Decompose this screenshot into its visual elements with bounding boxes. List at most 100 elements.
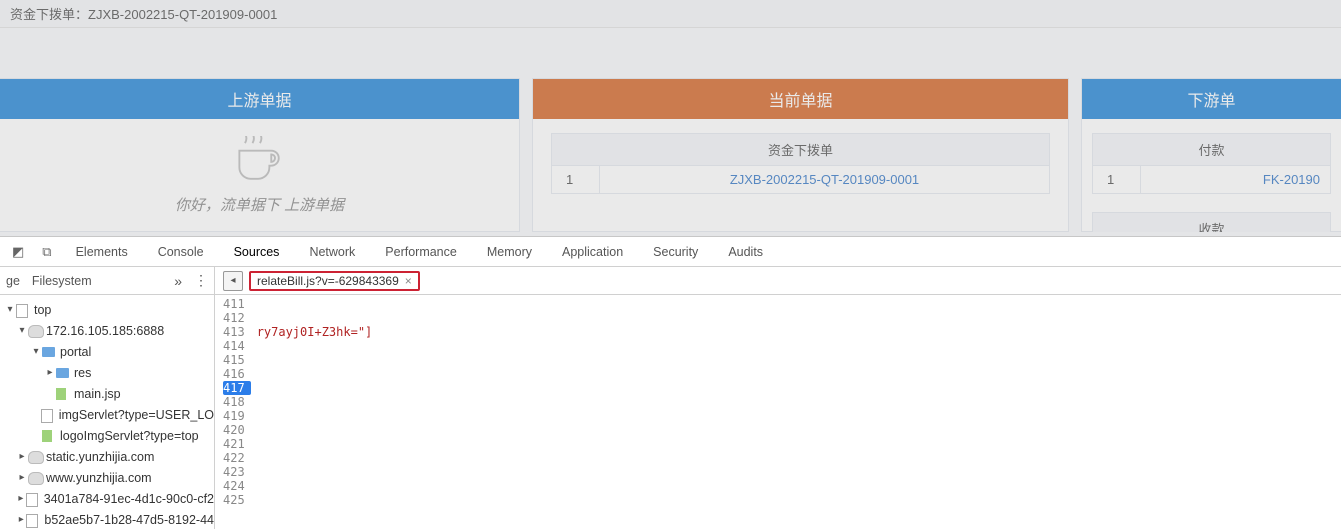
open-file-tab[interactable]: relateBill.js?v=-629843369 × — [249, 271, 420, 291]
tree-item-label: static.yunzhijia.com — [46, 450, 154, 464]
tree-item[interactable]: ▾portal — [0, 341, 214, 362]
row-index: 1 — [552, 166, 600, 194]
code-content[interactable]: ry7ayj0I+Z3hk="] howCommonQuery=false&co… — [253, 295, 1341, 529]
tree-item[interactable]: main.jsp — [0, 383, 214, 404]
sources-main: ◂ relateBill.js?v=-629843369 × 411412413… — [215, 267, 1341, 529]
tree-item-label: main.jsp — [74, 387, 121, 401]
folder-icon — [56, 366, 70, 380]
js-icon — [56, 387, 70, 401]
sidebar-menu-icon[interactable]: ⋮ — [194, 272, 208, 289]
current-table: 资金下拨单 1 ZJXB-2002215-QT-201909-0001 — [551, 133, 1050, 194]
twisty-icon[interactable] — [30, 409, 41, 420]
line-number[interactable]: 423 — [223, 465, 251, 479]
line-number[interactable]: 412 — [223, 311, 251, 325]
line-number[interactable]: 415 — [223, 353, 251, 367]
file-nav-prev-icon[interactable]: ◂ — [223, 271, 243, 291]
folder-icon — [42, 345, 56, 359]
line-number[interactable]: 416 — [223, 367, 251, 381]
line-number[interactable]: 414 — [223, 339, 251, 353]
line-number[interactable]: 417 — [223, 381, 251, 395]
current-table-header: 资金下拨单 — [552, 134, 1050, 166]
file-tree[interactable]: ▾ top ▾172.16.105.185:6888▾portal▸res main… — [0, 295, 214, 529]
tree-item-label: top — [34, 303, 51, 317]
downstream-table: 付款 1 FK-20190 — [1092, 133, 1331, 194]
line-number[interactable]: 424 — [223, 479, 251, 493]
twisty-icon[interactable]: ▸ — [16, 514, 26, 525]
line-number[interactable]: 411 — [223, 297, 251, 311]
tab-memory[interactable]: Memory — [473, 237, 546, 266]
line-number[interactable]: 421 — [223, 437, 251, 451]
panel-upstream: 上游单据 你好，流单据下 上游单据 — [0, 78, 520, 232]
tree-item[interactable]: ▸3401a784-91ec-4d1c-90c0-cf2 — [0, 488, 214, 509]
twisty-icon[interactable]: ▸ — [44, 367, 56, 378]
tab-elements[interactable]: Elements — [62, 237, 142, 266]
line-number[interactable]: 418 — [223, 395, 251, 409]
line-number[interactable]: 420 — [223, 423, 251, 437]
page-icon — [26, 513, 40, 527]
tree-item[interactable]: ▸res — [0, 362, 214, 383]
breadcrumb-value: ZJXB-2002215-QT-201909-0001 — [88, 7, 277, 22]
twisty-icon[interactable]: ▾ — [30, 346, 42, 357]
downstream-sub-header: 收款 — [1092, 212, 1331, 232]
twisty-icon[interactable] — [30, 430, 42, 441]
row-index: 1 — [1093, 166, 1141, 194]
line-number[interactable]: 425 — [223, 493, 251, 507]
tree-item-label: imgServlet?type=USER_LO — [59, 408, 214, 422]
panel-upstream-header: 上游单据 — [0, 79, 519, 119]
twisty-icon[interactable]: ▸ — [16, 451, 28, 462]
bill-link[interactable]: FK-20190 — [1263, 172, 1320, 187]
sidebar-tab-filesystem[interactable]: Filesystem — [32, 274, 92, 288]
tree-item[interactable]: ▾172.16.105.185:6888 — [0, 320, 214, 341]
twisty-icon[interactable]: ▾ — [16, 325, 28, 336]
panel-current-body: 资金下拨单 1 ZJXB-2002215-QT-201909-0001 — [533, 119, 1068, 231]
line-number[interactable]: 413 — [223, 325, 251, 339]
twisty-icon[interactable]: ▸ — [16, 472, 28, 483]
tree-item[interactable]: logoImgServlet?type=top — [0, 425, 214, 446]
cloud-icon — [28, 471, 42, 485]
device-toggle-icon[interactable]: ⧉ — [34, 237, 59, 266]
tab-application[interactable]: Application — [548, 237, 637, 266]
panel-downstream-body: 付款 1 FK-20190 收款 — [1082, 119, 1341, 232]
code-line — [257, 451, 1341, 465]
tab-performance[interactable]: Performance — [371, 237, 471, 266]
tab-sources[interactable]: Sources — [220, 237, 294, 266]
tab-audits[interactable]: Audits — [714, 237, 777, 266]
code-editor[interactable]: 4114124134144154164174184194204214224234… — [215, 295, 1341, 529]
tree-item[interactable]: ▸ static.yunzhijia.com — [0, 446, 214, 467]
tree-item[interactable]: imgServlet?type=USER_LO — [0, 404, 214, 425]
tab-console[interactable]: Console — [144, 237, 218, 266]
breadcrumb: 资金下拨单：ZJXB-2002215-QT-201909-0001 — [0, 0, 1341, 28]
panel-downstream: 下游单 付款 1 FK-20190 收款 — [1081, 78, 1341, 232]
code-line — [257, 367, 1341, 381]
tree-item[interactable]: ▸ b52ae5b7-1b28-47d5-8192-44 — [0, 509, 214, 529]
line-number[interactable]: 419 — [223, 409, 251, 423]
table-row[interactable]: 1 ZJXB-2002215-QT-201909-0001 — [552, 166, 1050, 194]
tab-security[interactable]: Security — [639, 237, 712, 266]
line-number[interactable]: 422 — [223, 451, 251, 465]
line-gutter: 4114124134144154164174184194204214224234… — [215, 295, 253, 529]
tree-item[interactable]: ▸www.yunzhijia.com — [0, 467, 214, 488]
tree-item[interactable]: ▾ top — [0, 299, 214, 320]
twisty-icon[interactable] — [44, 388, 56, 399]
panel-current: 当前单据 资金下拨单 1 ZJXB-2002215-QT-201909-0001 — [532, 78, 1069, 232]
breadcrumb-label: 资金下拨单： — [10, 7, 88, 22]
inspect-icon[interactable]: ◩ — [4, 237, 32, 266]
page-icon — [26, 492, 40, 506]
twisty-icon[interactable]: ▾ — [4, 304, 16, 315]
cloud-icon — [28, 450, 42, 464]
close-icon[interactable]: × — [405, 274, 412, 288]
coffee-cup-icon — [230, 136, 290, 184]
bill-link[interactable]: ZJXB-2002215-QT-201909-0001 — [730, 172, 919, 187]
sidebar-tab-page[interactable]: ge — [6, 274, 20, 288]
table-row[interactable]: 1 FK-20190 — [1093, 166, 1331, 194]
sidebar-more-icon[interactable]: » — [174, 273, 182, 289]
page-icon — [16, 303, 30, 317]
twisty-icon[interactable]: ▸ — [16, 493, 26, 504]
code-line: ry7ayj0I+Z3hk="] — [257, 325, 1341, 339]
tab-network[interactable]: Network — [295, 237, 369, 266]
code-line — [257, 409, 1341, 423]
open-file-name: relateBill.js?v=-629843369 — [257, 274, 399, 288]
tree-item-label: b52ae5b7-1b28-47d5-8192-44 — [44, 513, 214, 527]
devtools-tabs: ◩ ⧉ Elements Console Sources Network Per… — [0, 237, 1341, 267]
panel-upstream-body: 你好，流单据下 上游单据 — [0, 119, 519, 231]
